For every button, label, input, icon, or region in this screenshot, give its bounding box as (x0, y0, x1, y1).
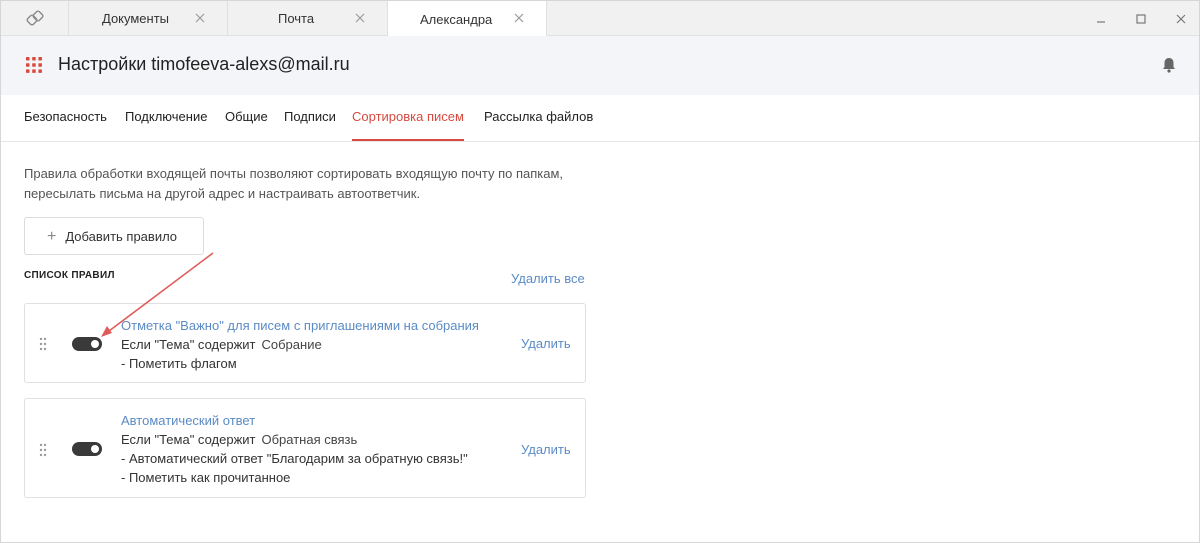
tab-mail[interactable]: Почта (228, 1, 388, 36)
rules-description: Правила обработки входящей почты позволя… (24, 164, 594, 204)
rule-delete-link[interactable]: Удалить (521, 442, 571, 457)
condition-text: Если "Тема" содержит (121, 432, 256, 447)
tab-connection[interactable]: Подключение (125, 95, 207, 141)
close-icon[interactable] (512, 11, 526, 25)
condition-text: Если "Тема" содержит (121, 337, 256, 352)
minimize-button[interactable] (1081, 1, 1121, 36)
toggle-knob (91, 340, 99, 348)
delete-all-link[interactable]: Удалить все (511, 271, 585, 286)
close-icon[interactable] (353, 11, 367, 25)
plus-icon: + (47, 227, 57, 245)
rule-delete-link[interactable]: Удалить (521, 336, 571, 351)
rule-title[interactable]: Автоматический ответ (121, 413, 255, 428)
description-line: Правила обработки входящей почты позволя… (24, 166, 564, 181)
settings-tabs: Безопасность Подключение Общие Подписи С… (1, 95, 1199, 142)
tab-file-distribution[interactable]: Рассылка файлов (484, 95, 593, 141)
close-icon (1176, 14, 1186, 23)
rule-title[interactable]: Отметка "Важно" для писем с приглашениям… (121, 318, 479, 333)
drag-handle-icon[interactable] (39, 443, 47, 457)
tab-general[interactable]: Общие (225, 95, 268, 141)
tab-bar: Документы Почта Александра (1, 1, 1200, 37)
description-line: пересылать письма на другой адрес и наст… (24, 186, 421, 201)
close-window-button[interactable] (1161, 1, 1200, 36)
tab-signatures[interactable]: Подписи (284, 95, 336, 141)
bell-icon[interactable] (1159, 55, 1179, 75)
rules-list-heading: СПИСОК ПРАВИЛ (24, 270, 115, 281)
close-icon[interactable] (193, 11, 207, 25)
app-window: Документы Почта Александра Настройки tim… (0, 0, 1200, 543)
add-rule-button[interactable]: + Добавить правило (24, 217, 204, 255)
maximize-button[interactable] (1121, 1, 1161, 36)
rule-card: Автоматический ответ Если "Тема" содержи… (24, 398, 586, 498)
minimize-icon (1097, 20, 1105, 23)
rule-condition: Если "Тема" содержит Собрание (121, 337, 322, 352)
condition-value: Обратная связь (261, 432, 358, 447)
tab-security[interactable]: Безопасность (24, 95, 107, 141)
rule-enabled-toggle[interactable] (72, 337, 102, 351)
grid-icon[interactable] (26, 57, 42, 73)
rule-enabled-toggle[interactable] (72, 442, 102, 456)
app-logo-icon[interactable] (1, 1, 69, 36)
add-rule-label: Добавить правило (65, 228, 178, 244)
settings-header: Настройки timofeeva-alexs@mail.ru (1, 36, 1199, 95)
rule-action: - Пометить флагом (121, 356, 237, 371)
rule-action: - Пометить как прочитанное (121, 470, 291, 485)
tab-documents[interactable]: Документы (69, 1, 228, 36)
page-title: Настройки timofeeva-alexs@mail.ru (58, 54, 350, 74)
drag-handle-icon[interactable] (39, 337, 47, 351)
rule-card: Отметка "Важно" для писем с приглашениям… (24, 303, 586, 383)
rule-condition: Если "Тема" содержит Обратная связь (121, 432, 357, 447)
toggle-knob (91, 445, 99, 453)
tab-aleksandra[interactable]: Александра (388, 1, 547, 37)
tab-mail-sorting[interactable]: Сортировка писем (352, 95, 464, 141)
rule-action: - Автоматический ответ "Благодарим за об… (121, 451, 468, 466)
maximize-icon (1136, 13, 1146, 24)
condition-value: Собрание (261, 337, 322, 352)
